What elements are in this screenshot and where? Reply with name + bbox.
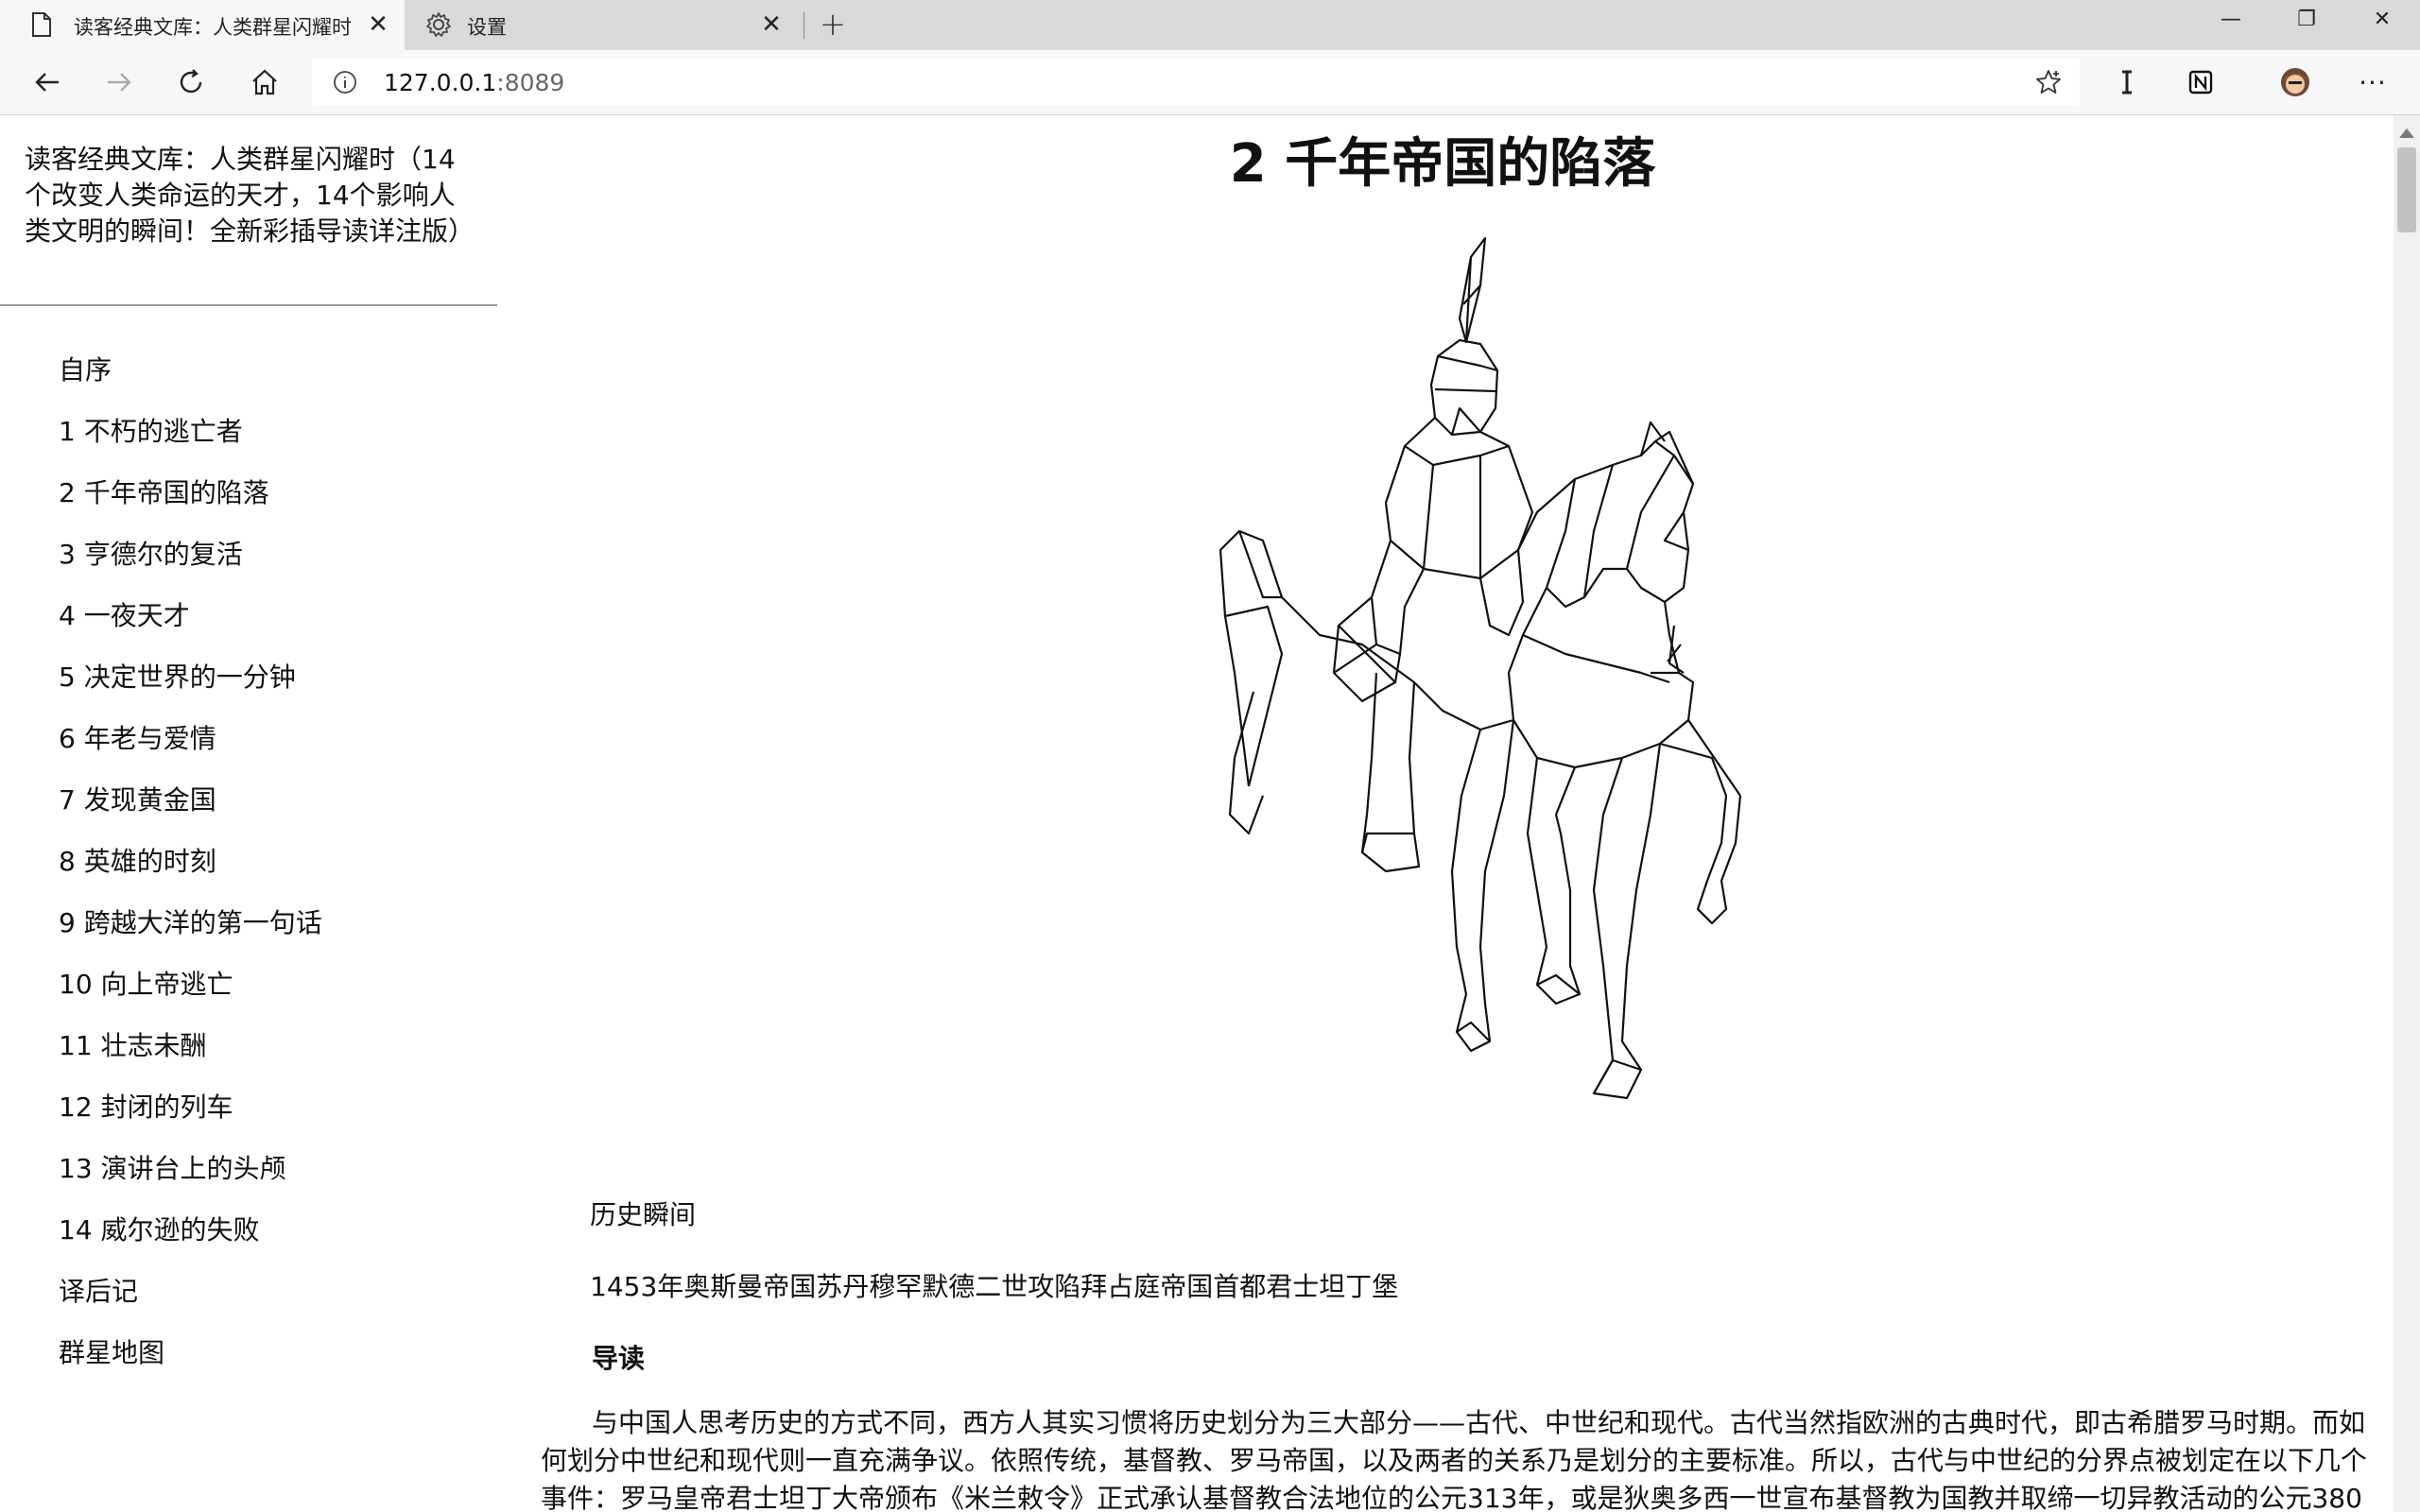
toc-item-8[interactable]: 8 英雄的时刻 <box>59 843 322 904</box>
tab-strip: 读客经典文库：人类群星闪耀时 ✕ 设置 ✕ + — ❐ ✕ <box>0 0 2420 50</box>
tab-label: 设置 <box>467 16 507 39</box>
toc-item-14[interactable]: 14 威尔逊的失败 <box>59 1211 322 1273</box>
toc-item-6[interactable]: 6 年老与爱情 <box>59 720 322 782</box>
event-line: 1453年奥斯曼帝国苏丹穆罕默德二世攻陷拜占庭帝国首都君士坦丁堡 <box>590 1271 1399 1302</box>
forward-button[interactable] <box>98 61 140 103</box>
close-icon[interactable]: ✕ <box>758 11 785 38</box>
more-icon[interactable]: ··· <box>2354 63 2392 101</box>
book-title: 读客经典文库：人类群星闪耀时（14个改变人类命运的天才，14个影响人类文明的瞬间… <box>25 144 475 247</box>
home-icon <box>252 69 277 95</box>
toc-item-4[interactable]: 4 一夜天才 <box>59 597 322 659</box>
toc-item-3[interactable]: 3 亨德尔的复活 <box>59 536 322 597</box>
guide-paragraph: 与中国人思考历史的方式不同，西方人其实习惯将历史划分为三大部分——古代、中世纪和… <box>541 1407 2368 1512</box>
page-icon <box>28 11 55 38</box>
favorite-star-icon[interactable] <box>2034 68 2063 96</box>
toc-item-10[interactable]: 10 向上帝逃亡 <box>59 966 322 1027</box>
tab-settings[interactable]: 设置 ✕ <box>408 0 798 50</box>
gear-icon <box>425 11 452 38</box>
close-icon[interactable]: ✕ <box>365 11 391 38</box>
toc-item-1[interactable]: 1 不朽的逃亡者 <box>59 413 322 474</box>
toc-item-preface[interactable]: 自序 <box>59 352 322 413</box>
address-bar[interactable]: 127.0.0.1:8089 <box>312 59 2080 106</box>
info-icon <box>334 71 356 94</box>
toc-item-13[interactable]: 13 演讲台上的头颅 <box>59 1150 322 1211</box>
notion-icon[interactable] <box>2182 63 2220 101</box>
divider <box>0 304 497 306</box>
toc-item-2[interactable]: 2 千年帝国的陷落 <box>59 474 322 536</box>
maximize-button[interactable]: ❐ <box>2269 0 2344 38</box>
window-close-button[interactable]: ✕ <box>2344 0 2420 38</box>
scroll-up-icon[interactable] <box>2399 129 2414 138</box>
avatar-icon[interactable] <box>2276 63 2314 101</box>
back-button[interactable] <box>26 61 68 103</box>
toc-sidebar: 读客经典文库：人类群星闪耀时（14个改变人类命运的天才，14个影响人类文明的瞬间… <box>0 115 497 1512</box>
toolbar: 127.0.0.1:8089 ··· <box>0 50 2420 115</box>
minimize-button[interactable]: — <box>2193 0 2269 38</box>
refresh-button[interactable] <box>170 61 212 103</box>
home-button[interactable] <box>244 61 285 103</box>
forward-arrow-icon <box>108 73 131 92</box>
moment-label: 历史瞬间 <box>590 1199 697 1230</box>
tab-label: 读客经典文库：人类群星闪耀时 <box>74 16 352 39</box>
scroll-thumb[interactable] <box>2397 147 2416 232</box>
text-cursor-icon[interactable] <box>2108 63 2146 101</box>
toc-item-12[interactable]: 12 封闭的列车 <box>59 1089 322 1150</box>
toc-item-afterword[interactable]: 译后记 <box>59 1273 322 1334</box>
toc-item-5[interactable]: 5 决定世界的一分钟 <box>59 659 322 720</box>
refresh-icon <box>180 69 202 94</box>
scrollbar[interactable] <box>2394 115 2420 1512</box>
toc-item-star-map[interactable]: 群星地图 <box>59 1334 322 1396</box>
knight-on-horse-illustration <box>1219 236 1742 1100</box>
toc-item-7[interactable]: 7 发现黄金国 <box>59 782 322 843</box>
back-arrow-icon <box>35 73 59 92</box>
tab-reader[interactable]: 读客经典文库：人类群星闪耀时 ✕ <box>0 0 405 50</box>
chapter-title: 2 千年帝国的陷落 <box>1229 133 1656 195</box>
toc-list: 自序 1 不朽的逃亡者 2 千年帝国的陷落 3 亨德尔的复活 4 一夜天才 5 … <box>59 352 322 1396</box>
toc-item-9[interactable]: 9 跨越大洋的第一句话 <box>59 904 322 966</box>
guide-heading: 导读 <box>592 1343 646 1374</box>
toc-item-11[interactable]: 11 壮志未酬 <box>59 1027 322 1089</box>
chapter-content: 2 千年帝国的陷落 历史瞬间 1453年奥斯曼帝国苏丹穆罕默德二世攻陷拜占庭帝国… <box>497 115 2388 1512</box>
new-tab-button[interactable]: + <box>817 9 849 42</box>
url-text[interactable]: 127.0.0.1:8089 <box>384 69 564 96</box>
